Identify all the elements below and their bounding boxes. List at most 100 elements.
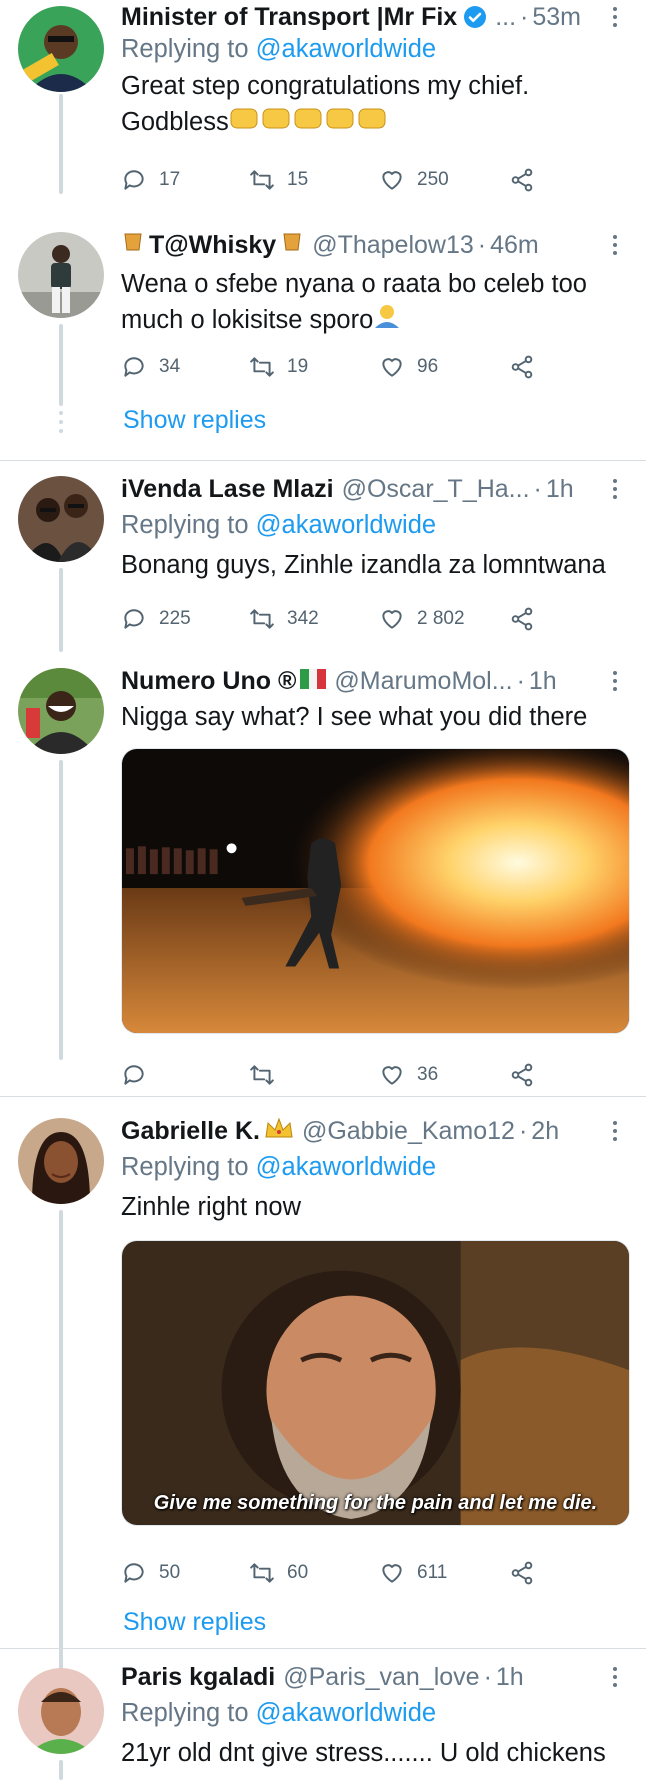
handle[interactable]: ... (495, 3, 516, 32)
tweet-actions: 34 19 96 (121, 350, 541, 384)
like-button[interactable]: 250 (379, 163, 449, 197)
separator: · (477, 230, 487, 259)
display-name[interactable]: Minister of Transport |Mr Fix (121, 3, 457, 32)
handle[interactable]: @Thapelow13 (312, 231, 474, 260)
reply-button[interactable]: 50 (121, 1556, 180, 1590)
avatar[interactable] (18, 476, 104, 562)
reply-icon (124, 1065, 144, 1085)
more-options-icon[interactable] (608, 671, 622, 691)
thread-line (59, 94, 63, 194)
share-button[interactable] (509, 163, 535, 197)
reply-count: 17 (159, 169, 181, 190)
more-options-icon[interactable] (608, 1121, 622, 1141)
heart-icon (382, 358, 402, 377)
crown-emoji-icon (264, 1117, 294, 1146)
retweet-button[interactable]: 60 (249, 1556, 308, 1590)
share-button[interactable] (509, 350, 535, 384)
handle[interactable]: @Oscar_T_Ha... (342, 475, 530, 504)
display-name[interactable]: T@Whisky (149, 231, 276, 260)
reply-button[interactable] (121, 1058, 159, 1092)
tweet-actions: 36 (121, 1058, 541, 1092)
mention-link[interactable]: @akaworldwide (256, 1153, 436, 1181)
share-icon (511, 607, 533, 631)
timestamp[interactable]: 46m (490, 231, 539, 260)
avatar[interactable] (18, 668, 104, 754)
more-options-icon[interactable] (608, 479, 622, 499)
avatar[interactable] (18, 6, 104, 92)
like-button[interactable]: 36 (379, 1058, 438, 1092)
share-icon (511, 1063, 533, 1087)
timestamp[interactable]: 53m (532, 3, 581, 32)
like-button[interactable]: 2 802 (379, 602, 465, 636)
replying-to: Replying to @akaworldwide (121, 35, 437, 63)
like-button[interactable]: 96 (379, 350, 438, 384)
divider (0, 1096, 646, 1097)
display-name[interactable]: iVenda Lase Mlazi (121, 475, 334, 504)
separator: · (533, 474, 542, 503)
avatar[interactable] (18, 1118, 104, 1204)
share-button[interactable] (509, 1058, 535, 1092)
retweet-button[interactable]: 15 (249, 163, 308, 197)
thread-dots (59, 411, 63, 438)
share-button[interactable] (509, 602, 535, 636)
separator: · (518, 1116, 528, 1145)
replying-to: Replying to @akaworldwide (121, 1153, 437, 1181)
handle[interactable]: @Paris_van_love (283, 1663, 479, 1692)
replying-to: Replying to @akaworldwide (121, 1699, 437, 1727)
italy-flag-emoji-icon (300, 667, 327, 696)
verified-badge-icon (464, 6, 487, 28)
tweet-text-line: Godbless (121, 104, 632, 141)
share-button[interactable] (509, 1556, 535, 1590)
reply-icon (124, 609, 144, 629)
like-count: 611 (417, 1562, 448, 1583)
thread-line (59, 568, 63, 652)
more-options-icon[interactable] (608, 7, 622, 27)
timestamp[interactable]: 1h (546, 475, 574, 504)
display-name[interactable]: Paris kgaladi (121, 1663, 275, 1692)
share-icon (511, 1561, 533, 1585)
like-count: 2 802 (417, 608, 465, 629)
reply-button[interactable]: 34 (121, 350, 180, 384)
person-shrugging-emoji-icon (373, 302, 401, 340)
mention-link[interactable]: @akaworldwide (256, 1699, 436, 1727)
retweet-button[interactable] (249, 1058, 287, 1092)
retweet-count: 60 (287, 1562, 309, 1583)
timestamp[interactable]: 2h (531, 1117, 559, 1146)
media-caption: Give me something for the pain and let m… (153, 1492, 598, 1514)
whisky-glass-emoji-icon (121, 230, 145, 261)
reply-icon (124, 170, 144, 190)
avatar[interactable] (18, 1668, 104, 1754)
handle[interactable]: @Gabbie_Kamo12 (302, 1117, 515, 1146)
more-options-icon[interactable] (608, 235, 622, 255)
reply-icon (124, 1563, 144, 1583)
retweet-count: 15 (287, 169, 309, 190)
reply-button[interactable]: 17 (121, 163, 180, 197)
show-replies-link[interactable]: Show replies (123, 406, 266, 435)
show-replies-link[interactable]: Show replies (123, 1608, 266, 1637)
whisky-glass-emoji-icon (280, 230, 304, 261)
retweet-button[interactable]: 342 (249, 602, 319, 636)
tweet-media-image[interactable]: Give me something for the pain and let m… (121, 1240, 630, 1526)
tweet-text-line: Bonang guys, Zinhle izandla za lomntwana (121, 551, 606, 579)
tweet-header: Gabrielle K. @Gabbie_Kamo12 · 2h (121, 1112, 636, 1150)
retweet-count: 19 (287, 356, 309, 377)
retweet-icon (250, 170, 274, 190)
mention-link[interactable]: @akaworldwide (256, 511, 436, 539)
heart-icon (382, 1066, 402, 1085)
more-options-icon[interactable] (608, 1667, 622, 1687)
handle[interactable]: @MarumoMol... (334, 667, 512, 696)
tweet-media-image[interactable] (121, 748, 630, 1034)
display-name[interactable]: Gabrielle K. (121, 1117, 260, 1146)
timestamp[interactable]: 1h (529, 667, 557, 696)
heart-icon (382, 610, 402, 629)
timestamp[interactable]: 1h (496, 1663, 524, 1692)
replying-to: Replying to @akaworldwide (121, 511, 437, 539)
display-name[interactable]: Numero Uno ® (121, 667, 296, 696)
like-button[interactable]: 611 (379, 1556, 447, 1590)
retweet-button[interactable]: 19 (249, 350, 308, 384)
mention-link[interactable]: @akaworldwide (256, 35, 436, 63)
avatar[interactable] (18, 232, 104, 318)
fist-bump-emoji-icon (229, 105, 389, 141)
retweet-count: 342 (287, 608, 319, 629)
reply-button[interactable]: 225 (121, 602, 191, 636)
